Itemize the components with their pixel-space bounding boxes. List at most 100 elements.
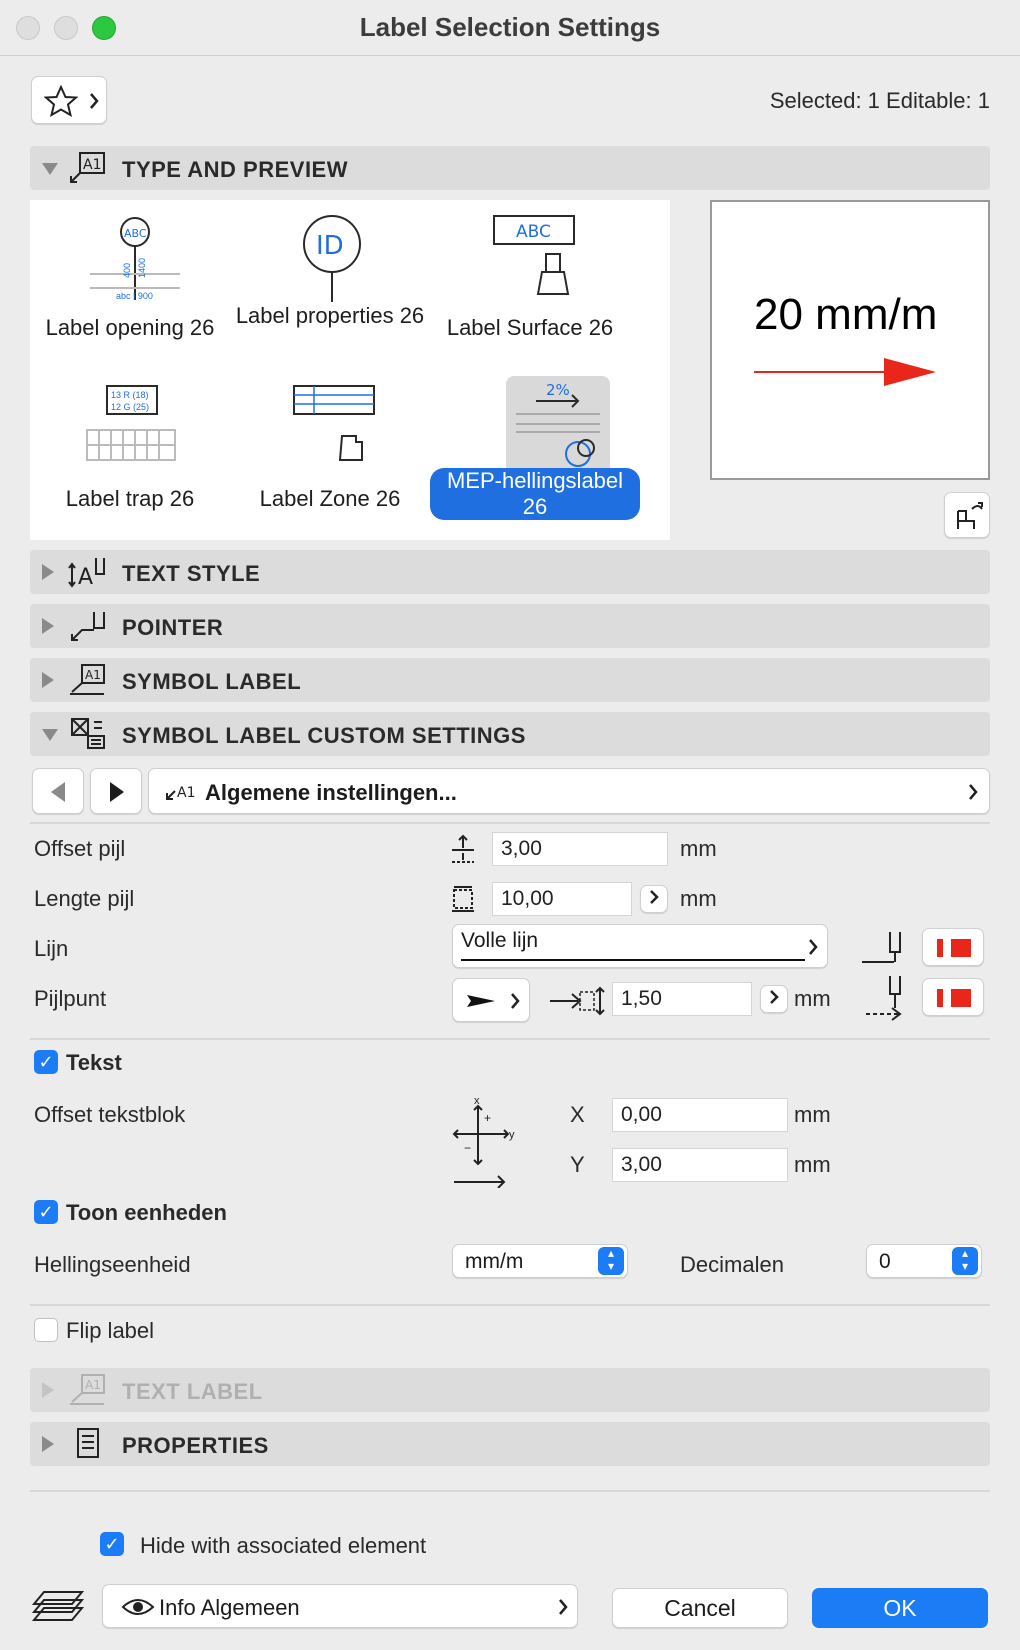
svg-text:A1: A1 bbox=[85, 668, 101, 682]
gallery-item-label-surface[interactable]: Label Surface 26 bbox=[430, 315, 630, 341]
text-style-icon: A bbox=[68, 558, 105, 590]
divider bbox=[30, 1304, 990, 1306]
label-type-gallery: ABC 400 1400 abc | 900 Label opening 26 … bbox=[30, 200, 670, 540]
line-type-dropdown[interactable]: Volle lijn bbox=[452, 924, 828, 968]
disclosure-closed-icon bbox=[42, 564, 54, 580]
label-surface-icon-abc: ABC bbox=[516, 222, 551, 242]
panel-title: TEXT STYLE bbox=[122, 561, 261, 586]
chevron-right-icon bbox=[770, 990, 779, 1004]
preview-options-button[interactable] bbox=[944, 492, 990, 538]
custom-settings-icon bbox=[71, 718, 105, 749]
mep-slope-label-icon: 2% bbox=[506, 376, 610, 480]
pijlpunt-options-button[interactable] bbox=[760, 985, 788, 1013]
tekst-checkbox[interactable]: ✓ bbox=[34, 1050, 58, 1074]
label-preview: 20 mm/m bbox=[710, 200, 990, 480]
lengte-pijl-options-button[interactable] bbox=[640, 885, 668, 913]
text-label-icon: A1 bbox=[70, 1374, 105, 1405]
toon-eenheden-checkbox[interactable]: ✓ bbox=[34, 1200, 58, 1224]
hellingseenheid-label: Hellingseenheid bbox=[34, 1252, 191, 1277]
favorites-button[interactable] bbox=[31, 76, 107, 124]
panel-pointer[interactable]: POINTER bbox=[30, 604, 990, 648]
gallery-item-label: Label opening 26 bbox=[45, 315, 215, 340]
label-opening-icon-abc: ABC bbox=[124, 227, 147, 240]
pointer-icon bbox=[71, 612, 105, 641]
ok-button[interactable]: OK bbox=[812, 1588, 988, 1628]
panel-title: PROPERTIES bbox=[122, 1433, 269, 1458]
label-trap-icon-line1: 13 R (18) bbox=[111, 390, 149, 400]
hellingseenheid-value: mm/m bbox=[465, 1250, 524, 1273]
x-offset-input[interactable]: 0,00 bbox=[612, 1098, 788, 1132]
panel-title: TYPE AND PREVIEW bbox=[122, 157, 348, 182]
offset-pijl-label: Offset pijl bbox=[34, 836, 126, 861]
pijlpunt-unit: mm bbox=[794, 986, 831, 1011]
decimalen-select[interactable]: 0 ▴ ▾ bbox=[866, 1244, 982, 1278]
layer-dropdown[interactable]: Info Algemeen bbox=[102, 1584, 578, 1628]
pijlpunt-input[interactable]: 1,50 bbox=[612, 982, 752, 1016]
pen-color-swatch bbox=[951, 989, 971, 1007]
panel-text-style[interactable]: A TEXT STYLE bbox=[30, 550, 990, 594]
gallery-item-label-zone[interactable]: Label Zone 26 bbox=[230, 486, 430, 512]
arrowhead-icon bbox=[467, 995, 495, 1007]
gallery-item-label-selected: MEP-hellingslabel 26 bbox=[430, 468, 640, 520]
page-select-dropdown[interactable]: A1 Algemene instellingen... bbox=[148, 768, 990, 814]
symbol-label-icon: A1 bbox=[70, 664, 105, 695]
panel-type-and-preview[interactable]: A1 TYPE AND PREVIEW bbox=[30, 146, 990, 190]
select-stepper-icon: ▴ ▾ bbox=[952, 1247, 978, 1275]
panel-title: POINTER bbox=[122, 615, 224, 640]
chevron-right-icon bbox=[969, 784, 978, 800]
line-pen-color-button[interactable] bbox=[922, 928, 984, 966]
svg-text:y: y bbox=[509, 1129, 515, 1141]
divider bbox=[30, 1490, 990, 1492]
gallery-item-label-trap[interactable]: Label trap 26 bbox=[30, 486, 230, 512]
svg-text:A1: A1 bbox=[83, 157, 101, 173]
arrowhead-type-dropdown[interactable] bbox=[452, 978, 530, 1022]
gallery-item-label-properties[interactable]: Label properties 26 bbox=[230, 303, 430, 329]
window-title: Label Selection Settings bbox=[359, 12, 661, 42]
selection-info: Selected: 1 Editable: 1 bbox=[769, 88, 990, 113]
next-page-button[interactable] bbox=[90, 768, 142, 814]
cancel-button[interactable]: Cancel bbox=[612, 1588, 788, 1628]
hide-with-element-checkbox[interactable]: ✓ bbox=[100, 1532, 124, 1556]
tekst-label: Tekst bbox=[66, 1050, 122, 1075]
prev-page-button[interactable] bbox=[32, 768, 84, 814]
svg-text:A1: A1 bbox=[85, 1378, 101, 1392]
gallery-item-label-opening[interactable]: Label opening 26 bbox=[30, 315, 230, 341]
triangle-right-icon bbox=[110, 782, 124, 802]
lengte-pijl-label: Lengte pijl bbox=[34, 886, 135, 911]
chair-rotate-icon bbox=[957, 502, 983, 529]
flip-label-text: Flip label bbox=[66, 1318, 155, 1343]
text-offset-axes-icon: x y + − bbox=[452, 1095, 515, 1188]
panel-properties[interactable]: PROPERTIES bbox=[30, 1422, 990, 1466]
offset-tekstblok-label: Offset tekstblok bbox=[34, 1102, 186, 1127]
hellingseenheid-select[interactable]: mm/m ▴ ▾ bbox=[452, 1244, 628, 1278]
divider bbox=[30, 822, 990, 824]
star-icon bbox=[44, 85, 78, 117]
lengte-pijl-unit: mm bbox=[680, 886, 717, 911]
chevron-right-icon bbox=[809, 939, 818, 955]
x-offset-unit: mm bbox=[794, 1102, 831, 1127]
offset-pijl-input[interactable]: 3,00 bbox=[492, 832, 668, 866]
line-pen-icon bbox=[862, 932, 901, 963]
panel-title: TEXT LABEL bbox=[122, 1379, 263, 1404]
toon-eenheden-label: Toon eenheden bbox=[66, 1200, 227, 1225]
pen-color-swatch-thin bbox=[937, 939, 943, 957]
y-offset-input[interactable]: 3,00 bbox=[612, 1148, 788, 1182]
triangle-left-icon bbox=[51, 782, 65, 802]
arrowhead-pen-color-button[interactable] bbox=[922, 978, 984, 1016]
gallery-item-mep-hellingslabel[interactable]: MEP-hellingslabel 26 bbox=[430, 468, 640, 520]
label-properties-icon: ID bbox=[300, 212, 364, 308]
pen-color-swatch bbox=[951, 939, 971, 957]
lengte-pijl-input[interactable]: 10,00 bbox=[492, 882, 632, 916]
panel-custom-settings[interactable]: SYMBOL LABEL CUSTOM SETTINGS bbox=[30, 712, 990, 756]
gallery-item-label: Label trap 26 bbox=[65, 486, 195, 511]
panel-symbol-label[interactable]: A1 SYMBOL LABEL bbox=[30, 658, 990, 702]
preview-arrow bbox=[754, 358, 936, 386]
x-label: X bbox=[570, 1102, 585, 1127]
disclosure-open-icon bbox=[42, 163, 58, 175]
chevron-right-icon bbox=[511, 993, 520, 1009]
eye-icon bbox=[121, 1599, 155, 1615]
flip-label-checkbox[interactable] bbox=[34, 1318, 58, 1342]
disclosure-closed-icon bbox=[42, 1436, 54, 1452]
svg-text:+: + bbox=[484, 1111, 491, 1125]
length-icon bbox=[452, 886, 474, 912]
